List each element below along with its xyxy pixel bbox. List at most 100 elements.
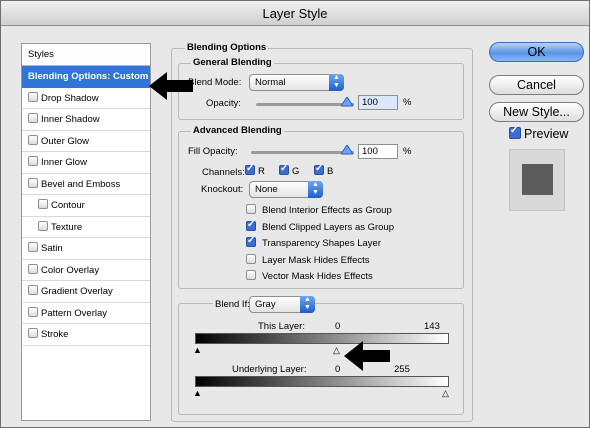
sidebar-item-checkbox[interactable] [38, 220, 48, 231]
sidebar-item-label: Outer Glow [41, 135, 90, 147]
channel-g[interactable]: G [279, 163, 299, 177]
sidebar-item-label: Inner Glow [41, 157, 87, 168]
preview-toggle[interactable]: Preview [509, 125, 569, 141]
opacity-field[interactable]: 100 [358, 95, 398, 110]
this-layer-black-slider-icon[interactable]: ▲ [193, 346, 202, 355]
underlying-black-slider-icon[interactable]: ▲ [193, 389, 202, 398]
channel-r-checkbox[interactable] [245, 163, 255, 175]
option-checkbox[interactable] [246, 253, 256, 264]
underlying-layer-gradient[interactable] [195, 376, 449, 387]
option-checkbox[interactable] [246, 270, 256, 280]
sidebar-item-checkbox[interactable] [28, 91, 38, 102]
sidebar-item-checkbox[interactable] [28, 242, 38, 252]
sidebar-item-label: Texture [51, 221, 83, 233]
channel-b-label: B [327, 166, 334, 177]
fill-opacity-unit: % [403, 146, 412, 157]
fill-opacity-field[interactable]: 100 [358, 144, 398, 159]
sidebar-item-checkbox[interactable] [38, 199, 48, 209]
general-blending-title: General Blending [191, 57, 274, 68]
ok-button[interactable]: OK [489, 42, 584, 62]
preview-label: Preview [524, 127, 569, 141]
general-blending-group [178, 63, 464, 120]
underlying-layer-low: 0 [335, 364, 341, 375]
sidebar-item-checkbox[interactable] [28, 328, 38, 338]
sidebar-item-checkbox[interactable] [28, 113, 38, 123]
option-transparency-shapes-layer[interactable]: Transparency Shapes Layer [246, 235, 381, 249]
option-label: Blend Interior Effects as Group [262, 205, 392, 216]
sidebar-item-contour[interactable]: Contour [22, 195, 150, 217]
blend-mode-label: Blend Mode: [188, 77, 242, 88]
sidebar-item-label: Contour [51, 200, 85, 211]
sidebar-item-satin[interactable]: Satin [22, 238, 150, 260]
sidebar-item-inner-glow[interactable]: Inner Glow [22, 152, 150, 174]
preview-checkbox[interactable] [509, 125, 521, 139]
blend-mode-popup[interactable]: Normal ▲ ▼ [249, 74, 344, 91]
sidebar-item-texture[interactable]: Texture [22, 217, 150, 238]
popup-arrows-icon: ▲ ▼ [300, 296, 315, 313]
sidebar-item-label: Stroke [41, 329, 69, 340]
popup-arrows-icon: ▲ ▼ [329, 74, 344, 91]
sidebar-item-checkbox[interactable] [28, 263, 38, 274]
underlying-white-slider-icon[interactable]: △ [442, 389, 449, 398]
knockout-value: None [255, 184, 278, 195]
option-vector-mask-hides-effects[interactable]: Vector Mask Hides Effects [246, 270, 373, 282]
annotation-arrow-icon [344, 341, 390, 371]
opacity-slider-knob[interactable] [341, 97, 354, 107]
styles-list: Styles Blending Options: Custom Drop Shad… [21, 43, 151, 421]
channel-g-checkbox[interactable] [279, 163, 289, 175]
sidebar-item-gradient-overlay[interactable]: Gradient Overlay [22, 281, 150, 303]
preview-swatch [522, 164, 553, 195]
annotation-arrow-icon [149, 72, 193, 100]
channels-label: Channels: [202, 167, 245, 178]
channel-r-label: R [258, 166, 265, 177]
popup-arrows-icon: ▲ ▼ [308, 181, 323, 198]
sidebar-item-color-overlay[interactable]: Color Overlay [22, 260, 150, 281]
option-label: Transparency Shapes Layer [262, 238, 381, 249]
this-layer-gradient[interactable] [195, 333, 449, 344]
sidebar-item-label: Color Overlay [41, 264, 100, 276]
sidebar-item-label: Pattern Overlay [41, 307, 107, 319]
cancel-button[interactable]: Cancel [489, 75, 584, 95]
sidebar-item-checkbox[interactable] [28, 177, 38, 188]
opacity-unit: % [403, 97, 412, 108]
this-layer-white-slider-icon[interactable]: △ [333, 346, 340, 355]
option-blend-clipped-layers-as-group[interactable]: Blend Clipped Layers as Group [246, 219, 394, 233]
preview-thumbnail [509, 149, 565, 211]
sidebar-item-checkbox[interactable] [28, 156, 38, 166]
title-bar[interactable]: Layer Style [1, 1, 589, 26]
sidebar-item-bevel-and-emboss[interactable]: Bevel and Emboss [22, 174, 150, 195]
blend-if-group [178, 303, 464, 415]
channel-b-checkbox[interactable] [314, 163, 324, 175]
blend-if-popup[interactable]: Gray ▲ ▼ [249, 296, 315, 313]
sidebar-item-checkbox[interactable] [28, 306, 38, 317]
styles-header[interactable]: Styles [22, 44, 150, 66]
opacity-slider[interactable] [256, 103, 354, 106]
knockout-popup[interactable]: None ▲ ▼ [249, 181, 323, 198]
new-style-button[interactable]: New Style... [489, 102, 584, 122]
sidebar-item-label: Inner Shadow [41, 114, 100, 125]
underlying-layer-high: 255 [394, 364, 410, 375]
sidebar-item-checkbox[interactable] [28, 285, 38, 295]
sidebar-item-label: Bevel and Emboss [41, 178, 121, 190]
option-checkbox[interactable] [246, 235, 256, 247]
blending-options-title: Blending Options [185, 42, 269, 53]
fill-opacity-slider-knob[interactable] [340, 145, 353, 155]
sidebar-item-checkbox[interactable] [28, 134, 38, 145]
fill-opacity-slider[interactable] [251, 151, 354, 154]
option-checkbox[interactable] [246, 204, 256, 214]
sidebar-item-outer-glow[interactable]: Outer Glow [22, 131, 150, 152]
sidebar-item-stroke[interactable]: Stroke [22, 324, 150, 346]
option-blend-interior-effects-as-group[interactable]: Blend Interior Effects as Group [246, 204, 392, 216]
option-checkbox[interactable] [246, 219, 256, 231]
sidebar-item-pattern-overlay[interactable]: Pattern Overlay [22, 303, 150, 324]
channel-b[interactable]: B [314, 163, 334, 177]
sidebar-item-label: Satin [41, 243, 63, 254]
layer-style-dialog: Layer Style Styles Blending Options: Cus… [0, 0, 590, 428]
sidebar-item-drop-shadow[interactable]: Drop Shadow [22, 88, 150, 109]
sidebar-item-blending-options-custom[interactable]: Blending Options: Custom [22, 66, 150, 88]
this-layer-label: This Layer: [258, 321, 305, 332]
option-layer-mask-hides-effects[interactable]: Layer Mask Hides Effects [246, 253, 370, 266]
sidebar-item-inner-shadow[interactable]: Inner Shadow [22, 109, 150, 131]
channel-r[interactable]: R [245, 163, 265, 177]
sidebar-item-label: Drop Shadow [41, 92, 99, 104]
